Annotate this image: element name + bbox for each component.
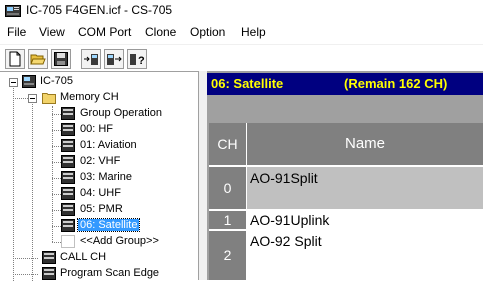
tree-connector — [52, 106, 53, 242]
menu-option[interactable]: Option — [190, 25, 225, 39]
open-folder-icon — [30, 54, 46, 65]
svg-text:?: ? — [138, 55, 145, 67]
tree-connector — [32, 101, 33, 281]
toolbar: ? — [0, 44, 483, 72]
row-number[interactable]: 0 — [209, 167, 246, 209]
tree-connector — [13, 83, 14, 281]
menu-view[interactable]: View — [39, 25, 65, 39]
table-cell-name[interactable]: AO-91Split — [247, 167, 483, 209]
radio-icon — [22, 75, 36, 88]
group-title: 06: Satellite — [211, 76, 284, 91]
new-file-button[interactable] — [5, 49, 25, 69]
empty-group-icon — [61, 235, 75, 248]
read-from-radio-icon — [84, 54, 98, 65]
help-button[interactable]: ? — [127, 49, 147, 69]
save-button[interactable] — [51, 49, 71, 69]
channel-icon — [42, 267, 56, 280]
row-number[interactable]: 2 — [209, 231, 246, 280]
tree-connector — [13, 274, 38, 275]
window-title: IC-705 F4GEN.icf - CS-705 — [26, 3, 173, 17]
tree-connector — [52, 162, 61, 163]
collapse-memory-toggle[interactable] — [28, 94, 37, 103]
remain-count: (Remain 162 CH) — [344, 76, 448, 91]
open-button[interactable] — [28, 49, 48, 69]
menu-help[interactable]: Help — [241, 25, 266, 39]
group-icon — [61, 171, 75, 184]
read-from-radio-button[interactable] — [81, 49, 101, 69]
pane-splitter[interactable] — [199, 71, 207, 280]
tree-connector — [52, 194, 61, 195]
tree-connector — [52, 130, 61, 131]
save-icon — [54, 52, 68, 66]
write-to-radio-icon — [107, 54, 122, 65]
new-file-icon — [9, 51, 21, 67]
group-icon — [61, 107, 75, 120]
column-header-name[interactable]: Name — [247, 123, 483, 165]
help-icon: ? — [130, 54, 145, 67]
menu-file[interactable]: File — [7, 25, 26, 39]
group-banner: 06: Satellite (Remain 162 CH) — [207, 73, 483, 95]
menu-bar: File View COM Port Clone Option Help — [0, 22, 483, 44]
group-icon — [61, 123, 75, 136]
group-icon — [61, 203, 75, 216]
tree-connector — [52, 242, 61, 243]
row-number[interactable]: 1 — [209, 211, 246, 229]
group-icon — [61, 219, 75, 232]
group-icon — [61, 187, 75, 200]
title-bar: IC-705 F4GEN.icf - CS-705 — [0, 0, 483, 22]
channel-table: CH Name 0 AO-91Split 1 AO-91Uplink 2 AO-… — [209, 123, 483, 280]
menu-clone[interactable]: Clone — [145, 25, 176, 39]
write-to-radio-button[interactable] — [104, 49, 124, 69]
column-header-ch[interactable]: CH — [209, 123, 246, 165]
tree-connector — [13, 98, 28, 99]
app-icon — [5, 5, 21, 17]
tree-connector — [52, 178, 61, 179]
folder-icon — [42, 93, 56, 104]
channel-tree: IC-705 Memory CH Group Operation 00: HF … — [0, 71, 199, 281]
tree-connector — [52, 226, 61, 227]
group-icon — [61, 139, 75, 152]
channel-icon — [42, 251, 56, 264]
tree-connector — [52, 114, 61, 115]
group-icon — [61, 155, 75, 168]
collapse-root-toggle[interactable] — [9, 78, 18, 87]
table-cell-name[interactable]: AO-92 Split — [247, 231, 483, 280]
menu-com-port[interactable]: COM Port — [78, 25, 131, 39]
table-cell-name[interactable]: AO-91Uplink — [247, 211, 483, 229]
tree-connector — [52, 146, 61, 147]
tree-connector — [52, 210, 61, 211]
tree-connector — [13, 258, 38, 259]
